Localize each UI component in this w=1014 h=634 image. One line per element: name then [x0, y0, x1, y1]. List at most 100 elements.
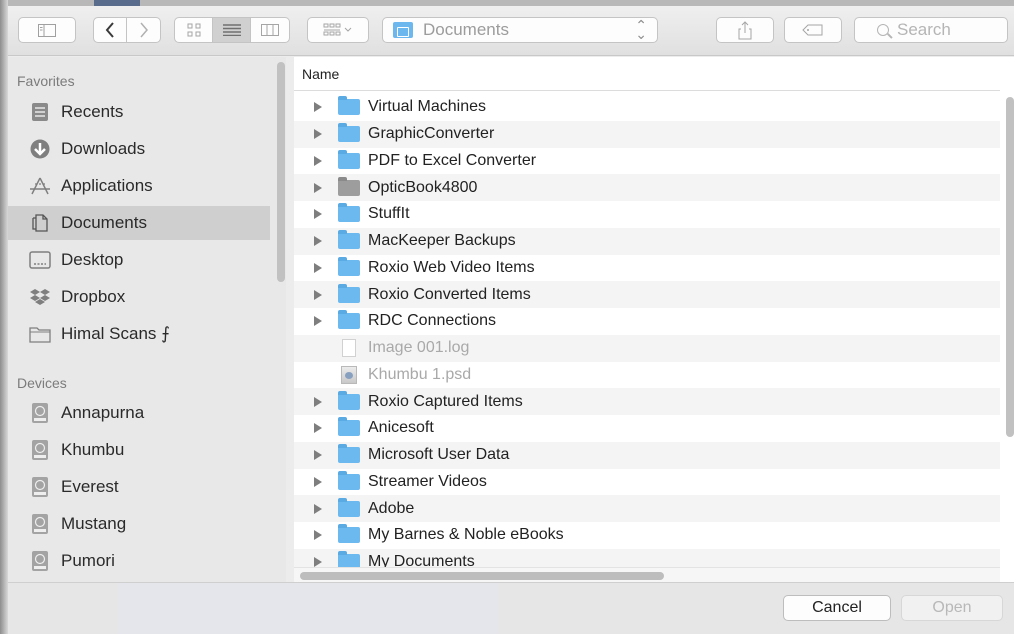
- sidebar-icon: [38, 23, 56, 37]
- triangle-right-icon: [314, 129, 322, 140]
- back-button[interactable]: [94, 18, 127, 42]
- disclosure-triangle-icon[interactable]: [294, 155, 328, 166]
- file-row[interactable]: Adobe: [294, 495, 1000, 522]
- disclosure-triangle-icon[interactable]: [294, 236, 328, 247]
- tags-button[interactable]: [784, 17, 842, 43]
- arrange-menu-button[interactable]: [307, 17, 369, 43]
- disclosure-triangle-icon[interactable]: [294, 476, 328, 487]
- sidebar-item-recents[interactable]: Recents: [8, 95, 270, 129]
- disclosure-triangle-icon[interactable]: [294, 503, 328, 514]
- file-row[interactable]: My Barnes & Noble eBooks: [294, 522, 1000, 549]
- search-field[interactable]: Search: [854, 17, 1008, 43]
- folder-icon: [338, 417, 360, 437]
- forward-button[interactable]: [127, 18, 160, 42]
- triangle-right-icon: [314, 236, 322, 247]
- sidebar-item-himal-scans[interactable]: Himal Scans ⨍: [8, 317, 270, 351]
- sidebar-item-desktop[interactable]: Desktop: [8, 243, 270, 277]
- vertical-scrollbar[interactable]: [1006, 97, 1014, 437]
- file-name: Image 001.log: [368, 339, 470, 357]
- sidebar-item-documents[interactable]: Documents: [8, 206, 270, 240]
- file-row[interactable]: Roxio Converted Items: [294, 281, 1000, 308]
- file-row[interactable]: Microsoft User Data: [294, 441, 1000, 469]
- file-row[interactable]: Roxio Captured Items: [294, 388, 1000, 415]
- disclosure-triangle-icon[interactable]: [294, 129, 328, 140]
- disclosure-triangle-icon[interactable]: [294, 396, 328, 407]
- sidebar-item-label: Recents: [61, 102, 124, 121]
- disclosure-triangle-icon[interactable]: [294, 316, 328, 327]
- disclosure-triangle-icon[interactable]: [294, 557, 328, 568]
- disclosure-triangle-icon[interactable]: [294, 289, 328, 300]
- disclosure-triangle-icon[interactable]: [294, 423, 328, 434]
- file-row[interactable]: Streamer Videos: [294, 469, 1000, 496]
- tag-icon: [802, 24, 823, 36]
- file-row[interactable]: OpticBook4800: [294, 174, 1000, 201]
- triangle-right-icon: [314, 262, 322, 273]
- triangle-right-icon: [314, 503, 322, 514]
- triangle-right-icon: [314, 450, 322, 461]
- file-rows: Virtual Machines GraphicConverter PDF to E…: [294, 94, 1000, 576]
- sidebar-item-dropbox[interactable]: Dropbox: [8, 280, 270, 314]
- disclosure-triangle-icon[interactable]: [294, 209, 328, 220]
- triangle-right-icon: [314, 102, 322, 113]
- documents-folder-icon: [393, 22, 413, 38]
- sidebar-item-khumbu[interactable]: Khumbu: [8, 433, 270, 467]
- folder-icon: [338, 256, 360, 276]
- file-row[interactable]: Anicesoft: [294, 415, 1000, 442]
- sidebar-item-annapurna[interactable]: Annapurna: [8, 396, 270, 430]
- file-name: Roxio Captured Items: [368, 392, 523, 410]
- sidebar-item-pumori[interactable]: Pumori: [8, 544, 270, 578]
- triangle-right-icon: [314, 316, 322, 327]
- disclosure-triangle-icon[interactable]: [294, 262, 328, 273]
- folder-icon: [338, 390, 360, 410]
- file-row[interactable]: MacKeeper Backups: [294, 227, 1000, 255]
- file-row[interactable]: Image 001.log: [294, 334, 1000, 362]
- triangle-right-icon: [314, 476, 322, 487]
- sidebar-item-label: Himal Scans ⨍: [61, 324, 170, 343]
- file-row[interactable]: StuffIt: [294, 201, 1000, 228]
- folder-icon: [338, 497, 360, 517]
- disclosure-triangle-icon[interactable]: [294, 450, 328, 461]
- dropbox-icon: [29, 286, 51, 308]
- file-row[interactable]: GraphicConverter: [294, 120, 1000, 148]
- documents-icon: [29, 212, 51, 234]
- horizontal-scrollbar[interactable]: [300, 572, 664, 580]
- column-view-button[interactable]: [251, 18, 289, 42]
- column-header-name[interactable]: Name: [294, 57, 1000, 91]
- sidebar-item-label: Annapurna: [61, 403, 145, 422]
- icon-view-button[interactable]: [175, 18, 213, 42]
- sidebar-toggle-button[interactable]: [18, 17, 76, 43]
- triangle-right-icon: [314, 289, 322, 300]
- sidebar-item-mustang[interactable]: Mustang: [8, 507, 270, 541]
- disclosure-triangle-icon[interactable]: [294, 530, 328, 541]
- sidebar-item-downloads[interactable]: Downloads: [8, 132, 270, 166]
- share-button[interactable]: [716, 17, 774, 43]
- triangle-right-icon: [314, 423, 322, 434]
- file-name: RDC Connections: [368, 312, 497, 330]
- disk-icon: [29, 402, 51, 424]
- sidebar-item-applications[interactable]: Applications: [8, 169, 270, 203]
- file-row[interactable]: Khumbu 1.psd: [294, 362, 1000, 389]
- file-row[interactable]: Roxio Web Video Items: [294, 255, 1000, 282]
- folder-icon: [338, 230, 360, 250]
- file-row[interactable]: RDC Connections: [294, 308, 1000, 335]
- triangle-right-icon: [314, 155, 322, 166]
- chevron-right-icon: [139, 22, 148, 38]
- horizontal-scrollbar-track: [294, 567, 1000, 582]
- disclosure-triangle-icon[interactable]: [294, 182, 328, 193]
- open-button[interactable]: Open: [901, 595, 1003, 621]
- disclosure-triangle-icon[interactable]: [294, 102, 328, 113]
- location-popup[interactable]: Documents ⌃ ⌄: [382, 17, 658, 43]
- file-row[interactable]: Virtual Machines: [294, 94, 1000, 121]
- sidebar-item-everest[interactable]: Everest: [8, 470, 270, 504]
- file-row[interactable]: PDF to Excel Converter: [294, 148, 1000, 175]
- sidebar-item-label: Dropbox: [61, 287, 126, 306]
- sidebar-scrollbar[interactable]: [277, 62, 285, 282]
- applications-icon: [29, 175, 51, 197]
- folder-icon: [338, 203, 360, 223]
- sidebar-item-label: Pumori: [61, 551, 115, 570]
- list-view-button[interactable]: [213, 18, 251, 42]
- cancel-button[interactable]: Cancel: [783, 595, 891, 621]
- toolbar: Documents ⌃ ⌄ Search: [8, 6, 1014, 56]
- file-name: Streamer Videos: [368, 472, 487, 490]
- file-name: Anicesoft: [368, 419, 434, 437]
